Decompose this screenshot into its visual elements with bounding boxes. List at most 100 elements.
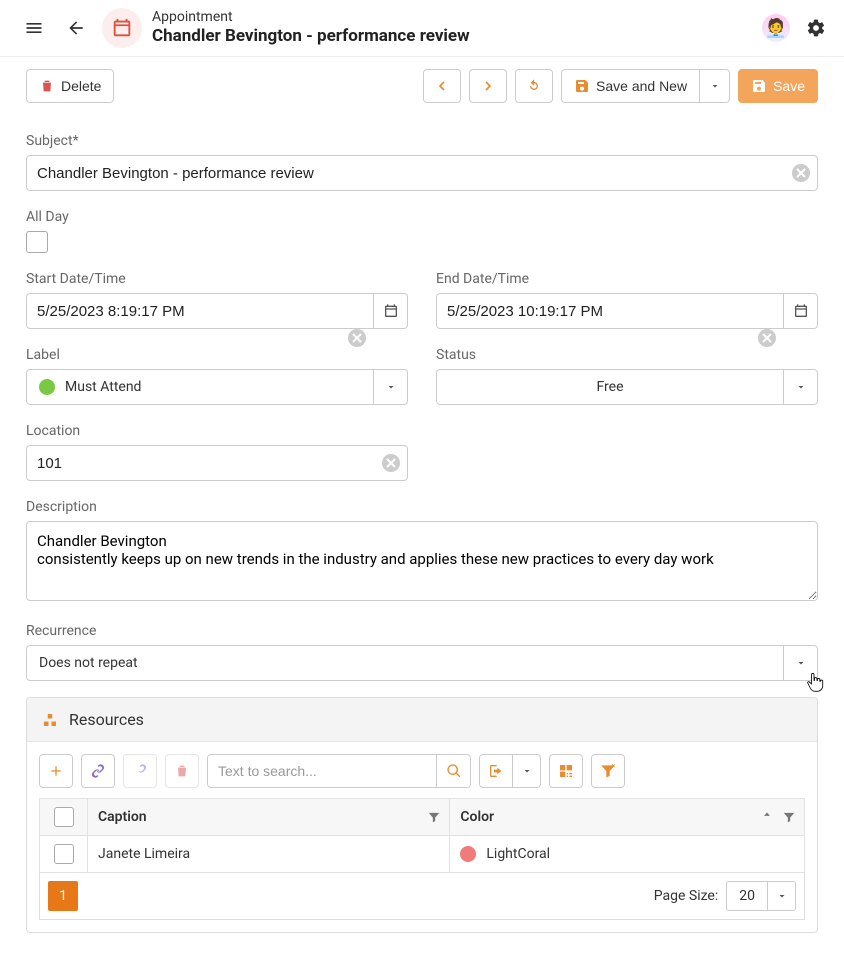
row-caption: Janete Limeira <box>88 836 450 873</box>
save-and-new-dropdown[interactable] <box>700 69 730 103</box>
all-day-label: All Day <box>26 209 818 225</box>
add-resource-button[interactable] <box>39 754 73 788</box>
select-all-checkbox[interactable] <box>54 807 74 827</box>
delete-button[interactable]: Delete <box>26 69 114 103</box>
end-clear[interactable] <box>758 329 776 347</box>
resource-search <box>207 754 471 788</box>
recurrence-select-caret[interactable] <box>784 645 818 681</box>
calendar-icon <box>793 303 809 319</box>
page-size-value: 20 <box>726 881 768 911</box>
resources-toolbar <box>39 754 805 788</box>
action-toolbar: Delete Save and New Save <box>0 57 844 115</box>
location-field-wrap <box>26 445 408 481</box>
calendar-icon <box>383 303 399 319</box>
prev-button[interactable] <box>423 69 461 103</box>
close-icon <box>762 333 772 343</box>
export-button-group <box>479 754 541 788</box>
refresh-button[interactable] <box>515 69 553 103</box>
all-day-checkbox[interactable] <box>26 231 48 253</box>
column-chooser-button[interactable] <box>549 754 583 788</box>
link-resource-button[interactable] <box>81 754 115 788</box>
trash-icon <box>39 78 55 94</box>
unlink-resource-button <box>123 754 157 788</box>
save-button[interactable]: Save <box>738 69 818 103</box>
resources-icon <box>41 711 59 729</box>
location-input[interactable] <box>26 445 408 481</box>
page-size-label: Page Size: <box>654 888 719 904</box>
color-header[interactable]: Color <box>450 799 805 836</box>
status-label: Status <box>436 347 818 363</box>
export-dropdown[interactable] <box>513 754 541 788</box>
label-color-dot <box>39 379 55 395</box>
save-and-new-button[interactable]: Save and New <box>561 69 700 103</box>
filter-clear-button[interactable] <box>591 754 625 788</box>
table-row[interactable]: Janete Limeira LightCoral <box>40 836 805 873</box>
resource-search-input[interactable] <box>207 754 437 788</box>
recurrence-select[interactable]: Does not repeat <box>26 645 818 681</box>
filter-clear-icon <box>600 763 616 779</box>
location-label: Location <box>26 423 408 439</box>
save-and-new-group: Save and New <box>561 69 730 103</box>
color-swatch <box>460 846 476 862</box>
resources-title: Resources <box>69 710 144 729</box>
end-field-wrap <box>436 293 818 329</box>
start-label: Start Date/Time <box>26 271 408 287</box>
settings-button[interactable] <box>800 12 832 44</box>
end-calendar-button[interactable] <box>784 293 818 329</box>
description-input[interactable] <box>26 521 818 601</box>
caption-header[interactable]: Caption <box>88 799 450 836</box>
user-avatar[interactable]: 🧑‍💼 <box>762 14 790 42</box>
filter-icon[interactable] <box>782 810 796 824</box>
save-and-new-label: Save and New <box>596 78 687 94</box>
appointment-icon <box>102 8 142 48</box>
entity-type-label: Appointment <box>152 9 752 26</box>
unlink-icon <box>132 763 148 779</box>
sort-asc-icon[interactable] <box>760 810 774 824</box>
page-size-caret[interactable] <box>768 881 796 911</box>
save-label: Save <box>773 78 805 94</box>
caret-down-icon <box>795 381 807 393</box>
resources-header: Resources <box>27 698 817 742</box>
delete-label: Delete <box>61 78 101 94</box>
description-label: Description <box>26 499 818 515</box>
export-button[interactable] <box>479 754 513 788</box>
resource-search-button[interactable] <box>437 754 471 788</box>
back-button[interactable] <box>60 12 92 44</box>
location-clear[interactable] <box>382 454 400 472</box>
label-value: Must Attend <box>65 379 141 395</box>
hamburger-icon <box>24 17 44 39</box>
page-size-select[interactable]: 20 <box>726 881 796 911</box>
app-header: Appointment Chandler Bevington - perform… <box>0 0 844 57</box>
status-select-caret[interactable] <box>784 369 818 405</box>
page-title: Chandler Bevington - performance review <box>152 26 752 46</box>
end-input[interactable] <box>436 293 784 329</box>
resources-table: Caption Color <box>39 798 805 873</box>
next-button[interactable] <box>469 69 507 103</box>
save-new-icon <box>574 78 590 94</box>
status-value: Free <box>596 379 623 395</box>
plus-icon <box>48 763 64 779</box>
status-select[interactable]: Free <box>436 369 818 405</box>
recurrence-label: Recurrence <box>26 623 818 639</box>
filter-icon[interactable] <box>427 810 441 824</box>
row-checkbox[interactable] <box>54 844 74 864</box>
caret-down-icon <box>776 890 788 902</box>
menu-button[interactable] <box>18 12 50 44</box>
subject-clear[interactable] <box>792 164 810 182</box>
end-label: End Date/Time <box>436 271 818 287</box>
start-calendar-button[interactable] <box>374 293 408 329</box>
subject-input[interactable] <box>26 155 818 191</box>
label-select[interactable]: Must Attend <box>26 369 408 405</box>
label-label: Label <box>26 347 408 363</box>
row-color: LightCoral <box>450 836 805 873</box>
start-field-wrap <box>26 293 408 329</box>
subject-label: Subject* <box>26 133 818 149</box>
page-number[interactable]: 1 <box>48 881 78 911</box>
label-select-caret[interactable] <box>374 369 408 405</box>
start-clear[interactable] <box>348 329 366 347</box>
caret-down-icon <box>795 657 807 669</box>
chevron-right-icon <box>480 78 496 94</box>
trash-icon <box>174 763 190 779</box>
resources-panel: Resources <box>26 697 818 933</box>
start-input[interactable] <box>26 293 374 329</box>
